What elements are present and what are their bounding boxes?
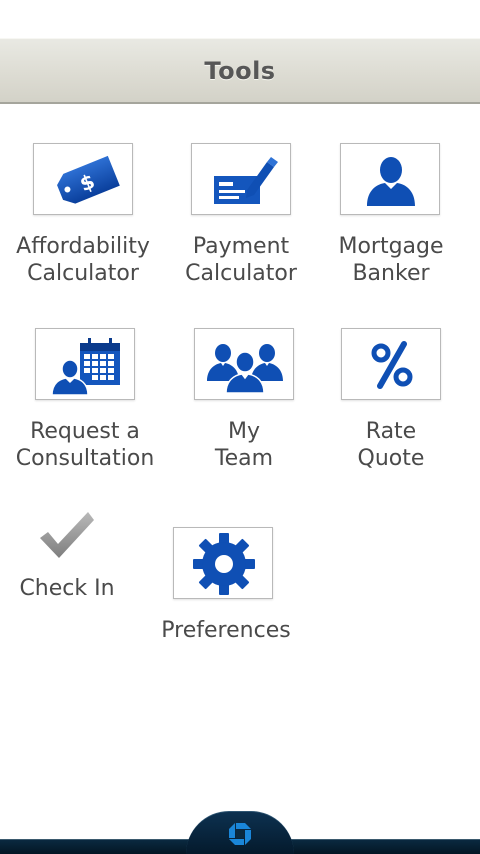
person-calendar-icon[interactable]	[35, 328, 135, 400]
tool-label: Request a Consultation	[15, 419, 155, 471]
tool-label: Preferences	[161, 618, 291, 643]
tool-label: Payment Calculator	[185, 234, 297, 286]
home-tab[interactable]	[186, 811, 294, 854]
page-title: Tools	[204, 57, 276, 85]
checkmark-icon[interactable]	[34, 508, 98, 562]
tool-label: Affordability Calculator	[16, 234, 150, 286]
check-pen-icon[interactable]	[191, 143, 291, 215]
tool-label: Mortgage Banker	[338, 234, 444, 286]
title-bar: Tools	[0, 38, 480, 104]
group-icon[interactable]	[194, 328, 294, 400]
tool-label: Rate Quote	[357, 419, 425, 471]
percent-icon[interactable]	[341, 328, 441, 400]
tool-label: My Team	[214, 419, 274, 471]
gear-icon[interactable]	[173, 527, 273, 599]
tool-label: Check In	[19, 576, 115, 601]
price-tag-dollar-icon[interactable]: $	[33, 143, 133, 215]
chase-logo-icon	[229, 823, 251, 845]
person-icon[interactable]	[340, 143, 440, 215]
